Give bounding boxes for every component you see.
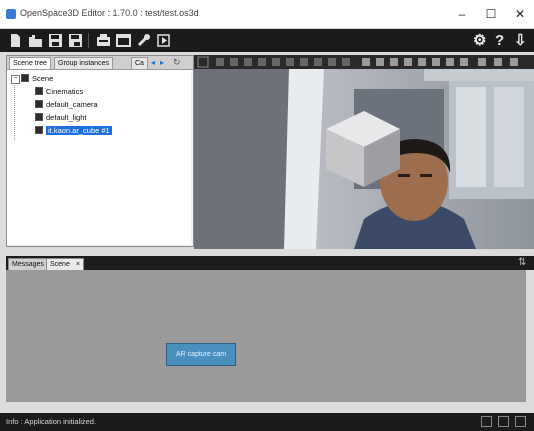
status-text: Info : Application initialized. bbox=[6, 417, 97, 426]
scene-editor-canvas[interactable] bbox=[6, 270, 526, 402]
help-icon[interactable]: ? bbox=[495, 31, 504, 50]
tab-close-icon[interactable]: × bbox=[76, 261, 80, 268]
viewport-tool-icons[interactable] bbox=[194, 55, 534, 69]
open-project-icon[interactable] bbox=[28, 33, 43, 48]
tree-node-cinematics[interactable]: Cinematics bbox=[35, 87, 83, 97]
tree-node-label: default_camera bbox=[46, 100, 98, 109]
tree-node-ar-cube[interactable]: it.kaon.ar_cube #1 bbox=[35, 126, 112, 136]
tree-node-default-light[interactable]: default_light bbox=[35, 113, 86, 123]
run-icon[interactable] bbox=[156, 33, 171, 48]
cinematics-icon bbox=[35, 87, 43, 95]
panel-tabs: Scene tree Group instances Ca ◂ ▸ ↻ bbox=[7, 56, 193, 70]
scene-icon bbox=[21, 74, 29, 82]
collapse-toggle[interactable]: − bbox=[11, 75, 20, 84]
refresh-icon[interactable]: ↻ bbox=[173, 57, 181, 68]
save-icon[interactable] bbox=[48, 33, 63, 48]
scene-tree: − Scene Cinematics default_camera defaul… bbox=[7, 70, 191, 244]
tree-line bbox=[14, 82, 15, 140]
maximize-button[interactable]: ☐ bbox=[478, 4, 504, 24]
new-file-icon[interactable] bbox=[8, 33, 23, 48]
tools-icon[interactable] bbox=[136, 33, 151, 48]
camera-icon bbox=[35, 100, 43, 108]
tree-node-label: Scene bbox=[32, 74, 54, 83]
window-layout-icon[interactable] bbox=[116, 33, 131, 48]
app-icon bbox=[6, 9, 16, 19]
tree-node-label: it.kaon.ar_cube #1 bbox=[46, 126, 112, 135]
tree-node-default-camera[interactable]: default_camera bbox=[35, 100, 98, 110]
tab-group-instances[interactable]: Group instances bbox=[54, 57, 113, 69]
save-as-icon[interactable] bbox=[68, 33, 83, 48]
scene-object-ar-capture-cam[interactable]: AR capture cam bbox=[166, 343, 236, 366]
minimize-button[interactable]: – bbox=[449, 4, 475, 24]
update-icon[interactable]: ⇩ bbox=[514, 31, 527, 50]
close-button[interactable]: ✕ bbox=[507, 4, 533, 24]
zoom-out-icon[interactable] bbox=[481, 416, 492, 427]
publish-icon[interactable] bbox=[96, 33, 111, 48]
scene-tree-panel: Scene tree Group instances Ca ◂ ▸ ↻ − Sc… bbox=[6, 55, 194, 247]
window-title: OpenSpace3D Editor : 1.70.0 : test/test.… bbox=[20, 8, 199, 18]
main-toolbar: ⚙ ? ⇩ bbox=[0, 29, 534, 52]
3d-viewport[interactable] bbox=[194, 69, 534, 249]
tab-scroll-left-icon[interactable]: ◂ bbox=[151, 58, 155, 67]
tree-node-label: Cinematics bbox=[46, 87, 84, 96]
tree-node-label: default_light bbox=[46, 113, 87, 122]
title-bar: OpenSpace3D Editor : 1.70.0 : test/test.… bbox=[0, 0, 534, 29]
tab-scroll-right-icon[interactable]: ▸ bbox=[160, 58, 164, 67]
tab-scene-label: Scene bbox=[50, 261, 70, 268]
zoom-reset-icon[interactable] bbox=[498, 416, 509, 427]
object-icon bbox=[35, 126, 43, 134]
bottom-panel-tabs: Messages Scene × ⇅ bbox=[6, 256, 534, 271]
status-bar: Info : Application initialized. bbox=[0, 413, 534, 431]
camera-feed-image bbox=[194, 69, 534, 249]
tree-node-scene[interactable]: Scene bbox=[21, 74, 53, 84]
tab-ca[interactable]: Ca bbox=[131, 57, 148, 69]
tab-scene-tree[interactable]: Scene tree bbox=[9, 57, 51, 69]
panel-toggle-icon[interactable]: ⇅ bbox=[518, 257, 526, 268]
viewport-toolbar bbox=[194, 55, 534, 69]
settings-icon[interactable]: ⚙ bbox=[473, 31, 486, 50]
toolbar-separator bbox=[88, 33, 89, 48]
zoom-in-icon[interactable] bbox=[515, 416, 526, 427]
light-icon bbox=[35, 113, 43, 121]
